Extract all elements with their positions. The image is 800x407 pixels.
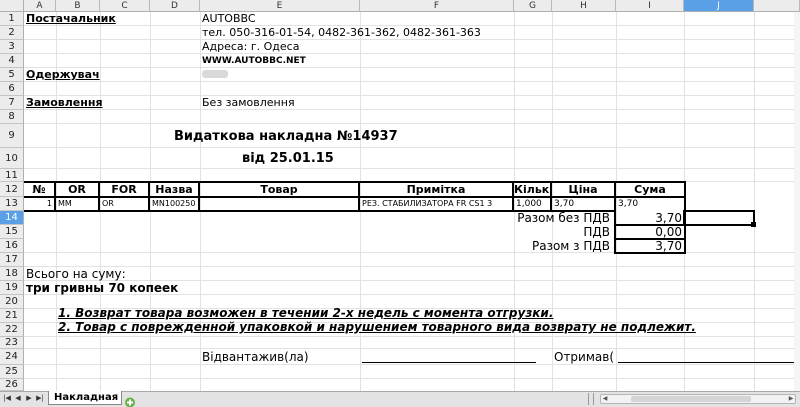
row-header-20[interactable]: 20 <box>0 295 24 309</box>
col-header-a[interactable]: A <box>24 0 56 12</box>
tab-split-handle[interactable] <box>588 393 594 405</box>
total-with-vat-value[interactable]: 3,70 <box>618 239 682 253</box>
spreadsheet-view[interactable]: A B C D E F G H I J 1 2 3 4 5 6 7 8 9 10… <box>0 0 800 407</box>
note-damaged-goods: 2. Товар с поврежденной упаковкой и нару… <box>58 320 696 334</box>
fill-handle[interactable] <box>751 222 756 227</box>
row-header-26[interactable]: 26 <box>0 379 24 391</box>
supplier-site: WWW.AUTOBBC.NET <box>202 56 306 66</box>
shipped-by-label: Відвантажив(ла) <box>202 350 309 364</box>
supplier-name: AUTOBBC <box>202 12 256 25</box>
received-by-label: Отримав( <box>554 350 615 364</box>
document-date: від 25.01.15 <box>242 151 334 166</box>
table-header-goods: Товар <box>260 183 298 196</box>
col-header-d[interactable]: D <box>150 0 200 12</box>
col-header-k[interactable] <box>754 0 800 12</box>
row-header-2[interactable]: 2 <box>0 26 24 40</box>
row-header-17[interactable]: 17 <box>0 253 24 267</box>
vat-value[interactable]: 0,00 <box>618 225 682 239</box>
table-header-or: OR <box>68 183 86 196</box>
row-header-19[interactable]: 19 <box>0 281 24 295</box>
row-header-11[interactable]: 11 <box>0 169 24 182</box>
row-header-9[interactable]: 9 <box>0 124 24 148</box>
row-header-1[interactable]: 1 <box>0 12 24 26</box>
row-header-6[interactable]: 6 <box>0 82 24 96</box>
col-header-e[interactable]: E <box>200 0 360 12</box>
table-header-qty: Кількі <box>514 183 550 196</box>
document-title: Видаткова накладна №14937 <box>174 129 398 144</box>
sum-in-words: три гривны 70 копеек <box>26 281 179 295</box>
row-header-14[interactable]: 14 <box>0 211 24 225</box>
scroll-right-icon[interactable]: ▶ <box>787 395 795 403</box>
received-signature-line <box>618 362 794 363</box>
col-header-i[interactable]: I <box>616 0 684 12</box>
row-header-16[interactable]: 16 <box>0 239 24 253</box>
sheet-tab-invoice[interactable]: Накладная <box>48 391 122 405</box>
col-header-j[interactable]: J <box>684 0 754 12</box>
row-header-10[interactable]: 10 <box>0 148 24 169</box>
supplier-label: Постачальник <box>26 12 116 25</box>
table-header-for: FOR <box>111 183 137 196</box>
col-header-b[interactable]: B <box>56 0 100 12</box>
table-cell-sum[interactable]: 3,70 <box>618 199 684 209</box>
supplier-phones: тел. 050-316-01-54, 0482-361-362, 0482-3… <box>202 26 481 39</box>
scroll-thumb[interactable] <box>631 396 751 402</box>
prev-sheet-icon[interactable]: ◀ <box>13 393 23 404</box>
next-sheet-icon[interactable]: ▶ <box>24 393 34 404</box>
row-header-12[interactable]: 12 <box>0 182 24 197</box>
col-header-g[interactable]: G <box>514 0 552 12</box>
sum-label: Всього на суму: <box>26 267 126 281</box>
table-cell-or[interactable]: MM <box>58 199 98 208</box>
recipient-label: Одержувач <box>26 68 100 81</box>
row-header-3[interactable]: 3 <box>0 40 24 54</box>
order-value: Без замовлення <box>202 96 295 109</box>
table-header-note: Примітка <box>406 183 466 196</box>
horizontal-scrollbar[interactable]: ◀ ▶ <box>600 394 796 404</box>
row-header-8[interactable]: 8 <box>0 110 24 124</box>
selected-cell-j14[interactable] <box>683 210 755 226</box>
row-header-18[interactable]: 18 <box>0 267 24 281</box>
table-header-number: № <box>32 183 46 196</box>
last-sheet-icon[interactable]: ▶| <box>35 393 45 404</box>
vat-label: ПДВ <box>583 225 610 239</box>
row-header-7[interactable]: 7 <box>0 96 24 110</box>
scroll-left-icon[interactable]: ◀ <box>601 395 609 403</box>
row-header-4[interactable]: 4 <box>0 54 24 68</box>
table-cell-qty[interactable]: 1,000 <box>516 199 550 209</box>
note-return-policy: 1. Возврат товара возможен в течении 2-х… <box>58 306 554 320</box>
first-sheet-icon[interactable]: |◀ <box>2 393 12 404</box>
row-header-13[interactable]: 13 <box>0 197 24 211</box>
col-header-h[interactable]: H <box>552 0 616 12</box>
table-cell-note[interactable]: РЕЗ. СТАБИЛИЗАТОРА FR CS1 3 <box>362 199 512 208</box>
row-header-5[interactable]: 5 <box>0 68 24 82</box>
table-header-sum: Сума <box>634 183 666 196</box>
total-without-vat-value[interactable]: 3,70 <box>618 211 682 225</box>
row-header-21[interactable]: 21 <box>0 309 24 323</box>
row-header-22[interactable]: 22 <box>0 323 24 337</box>
table-header-name: Назва <box>155 183 193 196</box>
table-header-price: Ціна <box>568 183 598 196</box>
table-cell-for[interactable]: OR <box>102 199 148 208</box>
select-all-corner[interactable] <box>0 0 24 12</box>
table-cell-price[interactable]: 3,70 <box>554 199 614 209</box>
row-header-23[interactable]: 23 <box>0 337 24 349</box>
col-header-f[interactable]: F <box>360 0 514 12</box>
vertical-scrollbar[interactable] <box>794 12 800 391</box>
total-without-vat-label: Разом без ПДВ <box>517 211 610 225</box>
recipient-blurred-value <box>202 70 228 78</box>
row-header-15[interactable]: 15 <box>0 225 24 239</box>
total-with-vat-label: Разом з ПДВ <box>531 239 610 253</box>
table-cell-name[interactable]: MN100250 <box>152 199 198 208</box>
supplier-address: Адреса: г. Одеса <box>202 40 300 53</box>
table-cell-number[interactable]: 1 <box>26 199 52 208</box>
col-header-c[interactable]: C <box>100 0 150 12</box>
order-label: Замовлення <box>26 96 103 109</box>
add-sheet-icon[interactable] <box>124 393 136 407</box>
row-header-25[interactable]: 25 <box>0 365 24 379</box>
shipped-signature-line <box>362 362 536 363</box>
row-header-24[interactable]: 24 <box>0 349 24 365</box>
